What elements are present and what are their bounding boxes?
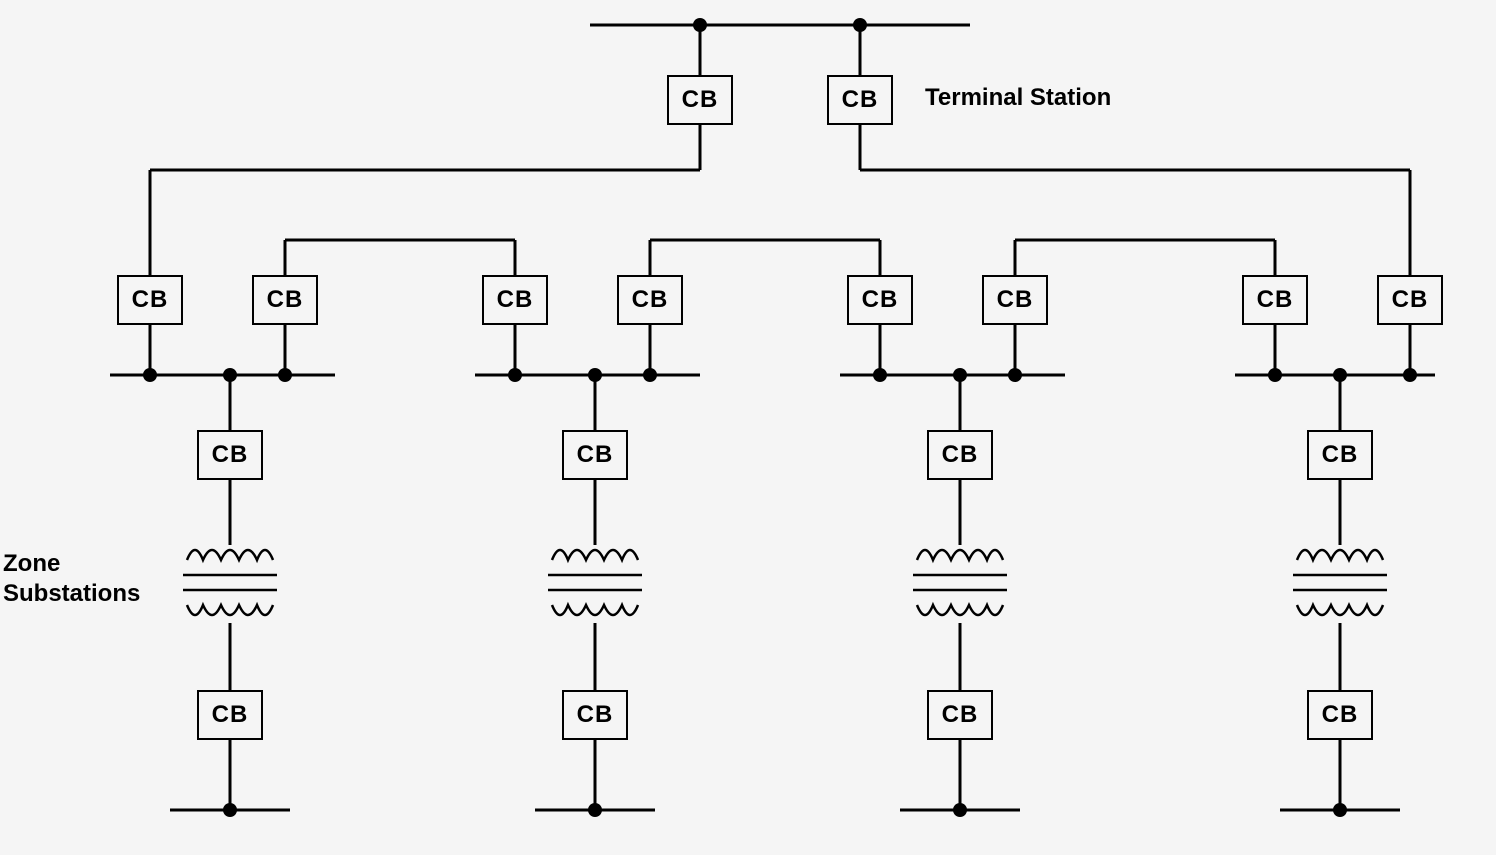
circuit-breaker-zone1-in1: CB <box>117 275 183 325</box>
transformer-secondary <box>187 605 273 615</box>
bus-node <box>1268 368 1282 382</box>
circuit-breaker-zone1-xfmr-primary: CB <box>197 430 263 480</box>
circuit-breaker-zone3-in1: CB <box>847 275 913 325</box>
transformer-primary <box>917 550 1003 560</box>
bus-node <box>873 368 887 382</box>
circuit-breaker-terminal-2: CB <box>827 75 893 125</box>
bus-node <box>1008 368 1022 382</box>
transformer-secondary <box>1297 605 1383 615</box>
zone-substations-label-line2: Substations <box>3 580 140 608</box>
bus-node <box>143 368 157 382</box>
bus-node <box>953 803 967 817</box>
bus-node <box>223 803 237 817</box>
transformer-secondary <box>552 605 638 615</box>
circuit-breaker-zone2-xfmr-secondary: CB <box>562 690 628 740</box>
circuit-breaker-zone2-in2: CB <box>617 275 683 325</box>
transformer-secondary <box>917 605 1003 615</box>
terminal-station-label: Terminal Station <box>925 84 1111 112</box>
circuit-breaker-zone2-xfmr-primary: CB <box>562 430 628 480</box>
circuit-breaker-zone4-xfmr-secondary: CB <box>1307 690 1373 740</box>
circuit-breaker-zone4-in2: CB <box>1377 275 1443 325</box>
transformer-primary <box>187 550 273 560</box>
circuit-breaker-zone4-in1: CB <box>1242 275 1308 325</box>
zone-substations-label-line1: Zone <box>3 550 60 578</box>
circuit-breaker-zone3-in2: CB <box>982 275 1048 325</box>
bus-node <box>588 803 602 817</box>
circuit-breaker-terminal-1: CB <box>667 75 733 125</box>
bus-node <box>643 368 657 382</box>
circuit-breaker-zone1-xfmr-secondary: CB <box>197 690 263 740</box>
bus-node <box>508 368 522 382</box>
circuit-breaker-zone3-xfmr-primary: CB <box>927 430 993 480</box>
circuit-breaker-zone1-in2: CB <box>252 275 318 325</box>
bus-node <box>1403 368 1417 382</box>
circuit-breaker-zone3-xfmr-secondary: CB <box>927 690 993 740</box>
transformer-primary <box>1297 550 1383 560</box>
bus-node <box>1333 803 1347 817</box>
circuit-breaker-zone2-in1: CB <box>482 275 548 325</box>
circuit-breaker-zone4-xfmr-primary: CB <box>1307 430 1373 480</box>
bus-node <box>278 368 292 382</box>
transformer-primary <box>552 550 638 560</box>
